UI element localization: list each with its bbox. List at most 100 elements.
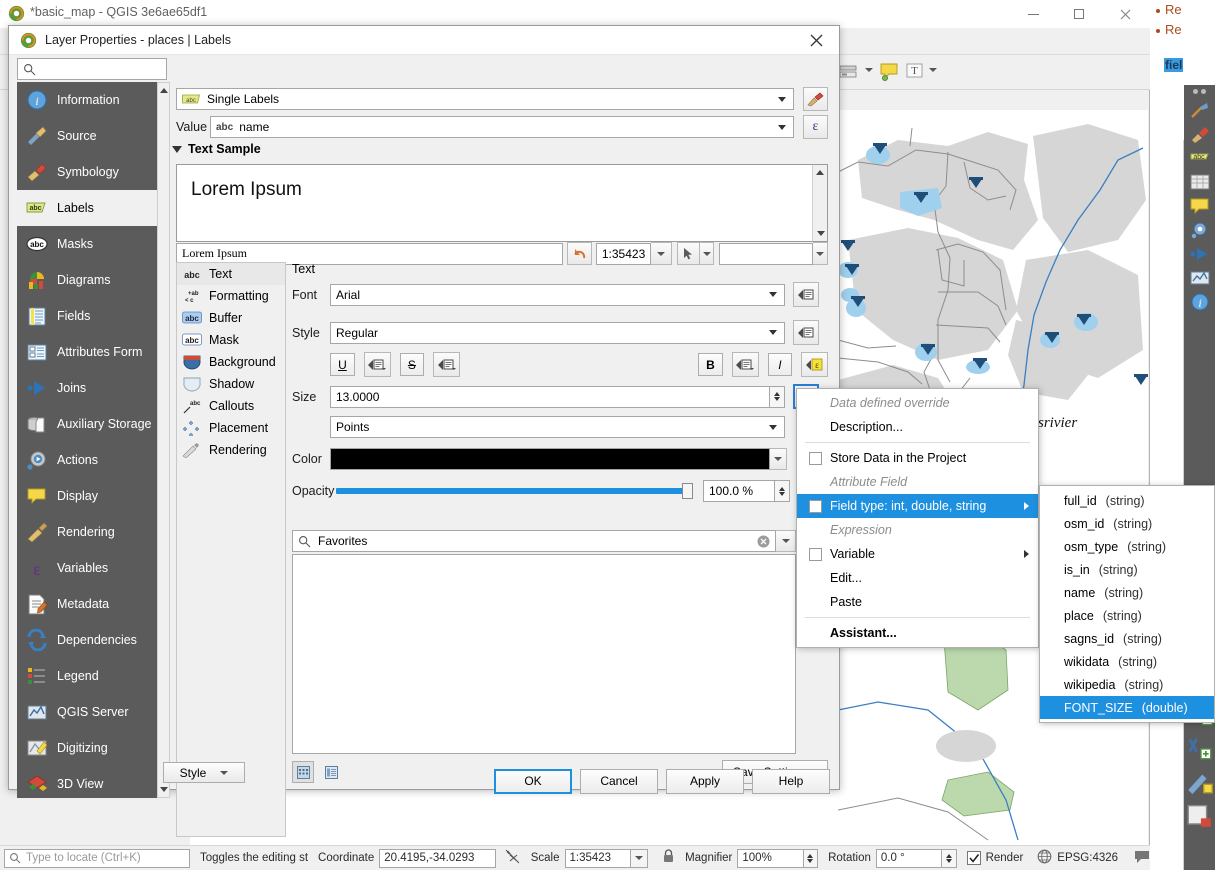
- sidebar-item-variables[interactable]: εVariables: [17, 550, 162, 586]
- opacity-slider[interactable]: [336, 481, 693, 501]
- label-option-buffer[interactable]: abcBuffer: [177, 307, 285, 329]
- sidebar-item-digitizing[interactable]: Digitizing: [17, 730, 162, 766]
- field-item-osm_id[interactable]: osm_id(string): [1040, 512, 1214, 535]
- messages-button[interactable]: [1134, 850, 1150, 867]
- form-view-dropdown[interactable]: [865, 68, 873, 72]
- menu-item-edit[interactable]: Edit...: [797, 566, 1038, 590]
- sidebar-item-display[interactable]: Display: [17, 478, 162, 514]
- style-data-defined-button[interactable]: [793, 320, 819, 345]
- label-option-text[interactable]: abcText: [177, 263, 285, 285]
- minimize-button[interactable]: [1010, 0, 1056, 28]
- new-shapefile-layer-icon[interactable]: [1184, 800, 1215, 831]
- symbology-tool-icon[interactable]: [1189, 123, 1211, 145]
- underline-data-defined-button[interactable]: [364, 352, 391, 377]
- field-item-wikidata[interactable]: wikidata(string): [1040, 650, 1214, 673]
- reset-sample-button[interactable]: [567, 242, 592, 265]
- new-scratch-layer-icon[interactable]: [1184, 766, 1215, 797]
- attribute-table-tool-icon[interactable]: [1189, 171, 1211, 193]
- apply-button[interactable]: Apply: [666, 769, 744, 794]
- checkbox-icon[interactable]: [809, 500, 822, 513]
- ok-button[interactable]: OK: [494, 769, 572, 794]
- menu-item-paste[interactable]: Paste: [797, 590, 1038, 614]
- display-tool-icon[interactable]: [1189, 195, 1211, 217]
- data-defined-override-menu[interactable]: Data defined overrideDescription...Store…: [796, 388, 1039, 648]
- opacity-stepper[interactable]: [775, 480, 790, 502]
- actions-tool-icon[interactable]: [1189, 219, 1211, 241]
- size-stepper[interactable]: [770, 386, 785, 408]
- style-combo[interactable]: Regular: [330, 322, 785, 344]
- cancel-button[interactable]: Cancel: [580, 769, 658, 794]
- sidebar-item-fields[interactable]: Fields: [17, 298, 162, 334]
- preview-background-input[interactable]: [719, 243, 812, 265]
- strikethrough-data-defined-button[interactable]: [433, 352, 460, 377]
- preview-scale-dropdown[interactable]: [651, 242, 671, 265]
- qgis-server-tool-icon[interactable]: [1189, 267, 1211, 289]
- close-button[interactable]: [1102, 0, 1148, 28]
- sidebar-item-qgis-server[interactable]: QGIS Server: [17, 694, 162, 730]
- form-view-toolbutton[interactable]: [838, 63, 858, 81]
- labels-tool-icon[interactable]: abc: [1189, 147, 1211, 169]
- field-item-sagns_id[interactable]: sagns_id(string): [1040, 627, 1214, 650]
- joins-tool-icon[interactable]: [1189, 243, 1211, 265]
- settings-search-input[interactable]: [17, 58, 167, 80]
- menu-item-field-type-int-double-string[interactable]: Field type: int, double, string: [797, 494, 1038, 518]
- preview-pick-button[interactable]: [677, 242, 700, 265]
- rotation-input[interactable]: 0.0 °: [876, 849, 942, 868]
- label-option-rendering[interactable]: Rendering: [177, 439, 285, 461]
- sidebar-scrollbar[interactable]: [157, 82, 170, 798]
- map-tips-button[interactable]: [879, 61, 900, 82]
- size-unit-combo[interactable]: Points: [330, 416, 785, 438]
- magnifier-stepper[interactable]: [804, 849, 819, 868]
- field-item-font_size[interactable]: FONT_SIZE(double): [1040, 696, 1214, 719]
- opacity-input[interactable]: 100.0 %: [703, 480, 775, 502]
- label-option-list[interactable]: abcText+ab< cFormattingabcBufferabcMaskB…: [176, 262, 286, 837]
- color-dropdown[interactable]: [770, 448, 787, 470]
- field-item-wikipedia[interactable]: wikipedia(string): [1040, 673, 1214, 696]
- labeling-style-button[interactable]: [803, 87, 828, 111]
- field-item-name[interactable]: name(string): [1040, 581, 1214, 604]
- scroll-up-button[interactable]: [158, 84, 169, 97]
- locate-input[interactable]: Type to locate (Ctrl+K): [4, 849, 190, 868]
- color-swatch[interactable]: [330, 448, 770, 470]
- sidebar-item-attributes-form[interactable]: Attributes Form: [17, 334, 162, 370]
- size-input[interactable]: 13.0000: [330, 386, 770, 408]
- sidebar-item-rendering[interactable]: Rendering: [17, 514, 162, 550]
- rotation-stepper[interactable]: [942, 849, 957, 868]
- text-annotation-button[interactable]: T: [905, 62, 924, 80]
- italic-data-defined-button[interactable]: ε: [801, 352, 828, 377]
- favorites-dropdown[interactable]: [776, 530, 796, 552]
- sidebar-item-labels[interactable]: abcLabels: [17, 190, 162, 226]
- sidebar-item-actions[interactable]: Actions: [17, 442, 162, 478]
- sidebar-item-symbology[interactable]: Symbology: [17, 154, 162, 190]
- sidebar-item-legend[interactable]: Legend: [17, 658, 162, 694]
- label-option-shadow[interactable]: Shadow: [177, 373, 285, 395]
- sidebar-item-diagrams[interactable]: Diagrams: [17, 262, 162, 298]
- favorites-search-input[interactable]: Favorites: [292, 530, 776, 552]
- render-checkbox[interactable]: [967, 851, 981, 865]
- magnifier-input[interactable]: 100%: [737, 849, 803, 868]
- expression-button[interactable]: ε: [803, 115, 828, 139]
- help-button[interactable]: Help: [752, 769, 830, 794]
- crs-button[interactable]: [1037, 849, 1052, 867]
- label-option-callouts[interactable]: abcCallouts: [177, 395, 285, 417]
- menu-item-description[interactable]: Description...: [797, 415, 1038, 439]
- field-item-osm_type[interactable]: osm_type(string): [1040, 535, 1214, 558]
- preview-pick-dropdown[interactable]: [700, 242, 715, 265]
- checkbox-icon[interactable]: [809, 452, 822, 465]
- list-view-button[interactable]: [320, 761, 342, 783]
- style-button[interactable]: Style: [163, 762, 245, 783]
- scale-input[interactable]: 1:35423: [565, 849, 631, 868]
- coordinate-input[interactable]: 20.4195,-34.0293: [379, 849, 495, 868]
- label-option-mask[interactable]: abcMask: [177, 329, 285, 351]
- source-tool-icon[interactable]: [1189, 99, 1211, 121]
- sidebar-item-information[interactable]: iInformation: [17, 82, 162, 118]
- lock-scale-button[interactable]: [662, 849, 675, 867]
- label-option-placement[interactable]: Placement: [177, 417, 285, 439]
- maximize-button[interactable]: [1056, 0, 1102, 28]
- sidebar-item-auxiliary-storage[interactable]: Auxiliary Storage: [17, 406, 162, 442]
- clear-search-icon[interactable]: [757, 535, 770, 548]
- bold-button[interactable]: B: [698, 353, 723, 376]
- preview-scale-input[interactable]: 1:35423: [596, 243, 651, 265]
- sidebar-item-source[interactable]: Source: [17, 118, 162, 154]
- field-item-full_id[interactable]: full_id(string): [1040, 489, 1214, 512]
